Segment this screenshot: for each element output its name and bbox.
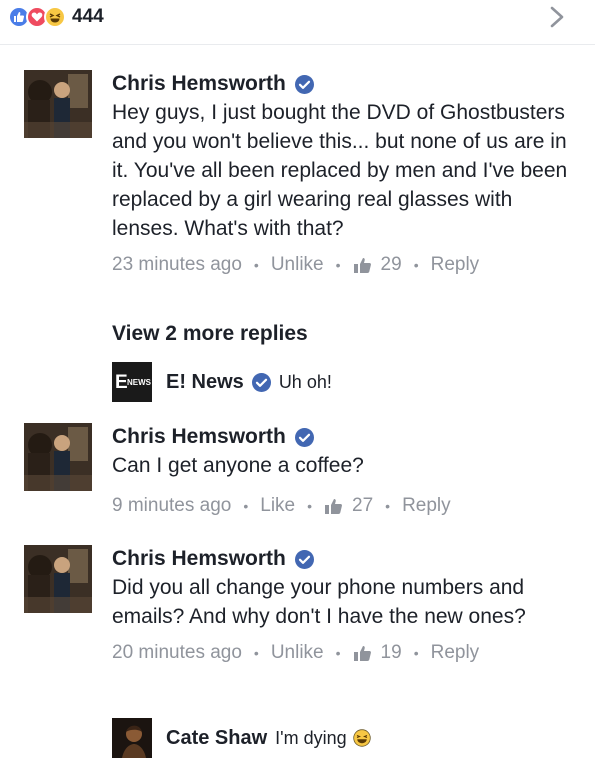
verified-badge-icon <box>294 427 314 447</box>
like-button[interactable]: Like <box>260 495 295 517</box>
author-name[interactable]: Chris Hemsworth <box>112 72 286 96</box>
timestamp: 20 minutes ago <box>112 642 242 663</box>
timestamp: 9 minutes ago <box>112 495 232 516</box>
verified-badge-icon <box>251 372 271 392</box>
avatar[interactable] <box>24 545 92 613</box>
separator-dot: • <box>253 257 259 273</box>
reaction-count: 444 <box>72 6 104 27</box>
separator-dot: • <box>413 257 419 273</box>
reaction-summary[interactable]: 444 <box>8 6 104 28</box>
like-count-icon <box>353 258 371 273</box>
verified-badge-icon <box>294 549 314 569</box>
timestamp: 23 minutes ago <box>112 254 242 275</box>
reactions-bar[interactable]: 444 <box>0 0 595 36</box>
comment-meta: 9 minutes ago • Like • 27 • Reply <box>112 492 582 520</box>
avatar[interactable] <box>24 423 92 491</box>
like-count-icon <box>325 499 343 514</box>
separator-dot: • <box>385 498 391 514</box>
unlike-button[interactable]: Unlike <box>271 642 324 664</box>
svg-text:NEWS: NEWS <box>127 378 152 387</box>
like-count[interactable]: 29 <box>381 254 402 276</box>
laughing-emoji-icon <box>352 729 371 747</box>
comment-meta: 20 minutes ago • Unlike • 19 • Reply <box>112 639 582 667</box>
unlike-button[interactable]: Unlike <box>271 254 324 276</box>
like-count-icon <box>353 646 371 661</box>
haha-icon <box>44 6 66 28</box>
comment-text: Did you all change your phone numbers an… <box>112 576 526 628</box>
reply-button[interactable]: Reply <box>402 495 451 517</box>
svg-text:E: E <box>115 372 128 393</box>
separator-dot: • <box>307 498 313 514</box>
comment-meta: 23 minutes ago • Unlike • 29 • Reply <box>112 251 582 279</box>
separator-dot: • <box>335 257 341 273</box>
avatar[interactable] <box>24 70 92 138</box>
chevron-right-icon[interactable] <box>547 6 567 28</box>
reply-item: Cate Shaw I'm dying <box>112 718 371 758</box>
reply-text: Uh oh! <box>278 371 332 392</box>
comment-text: Hey guys, I just bought the DVD of Ghost… <box>112 101 568 240</box>
verified-badge-icon <box>294 74 314 94</box>
reply-button[interactable]: Reply <box>431 642 480 664</box>
like-count[interactable]: 19 <box>381 642 402 664</box>
separator-dot: • <box>335 645 341 661</box>
avatar[interactable]: E NEWS <box>112 362 152 402</box>
separator-dot: • <box>413 645 419 661</box>
author-name[interactable]: Chris Hemsworth <box>112 425 286 449</box>
divider <box>0 44 595 45</box>
author-name[interactable]: Chris Hemsworth <box>112 547 286 571</box>
separator-dot: • <box>243 498 249 514</box>
reply-button[interactable]: Reply <box>431 254 480 276</box>
separator-dot: • <box>253 645 259 661</box>
view-more-replies-link[interactable]: View 2 more replies <box>112 322 308 346</box>
reply-author[interactable]: E! News <box>166 371 244 394</box>
comment-text: Can I get anyone a coffee? <box>112 454 364 477</box>
avatar[interactable] <box>112 718 152 758</box>
reply-item: E NEWS E! News Uh oh! <box>112 362 332 402</box>
like-count[interactable]: 27 <box>352 495 373 517</box>
reply-author[interactable]: Cate Shaw <box>166 727 267 750</box>
reply-text: I'm dying <box>275 727 347 748</box>
